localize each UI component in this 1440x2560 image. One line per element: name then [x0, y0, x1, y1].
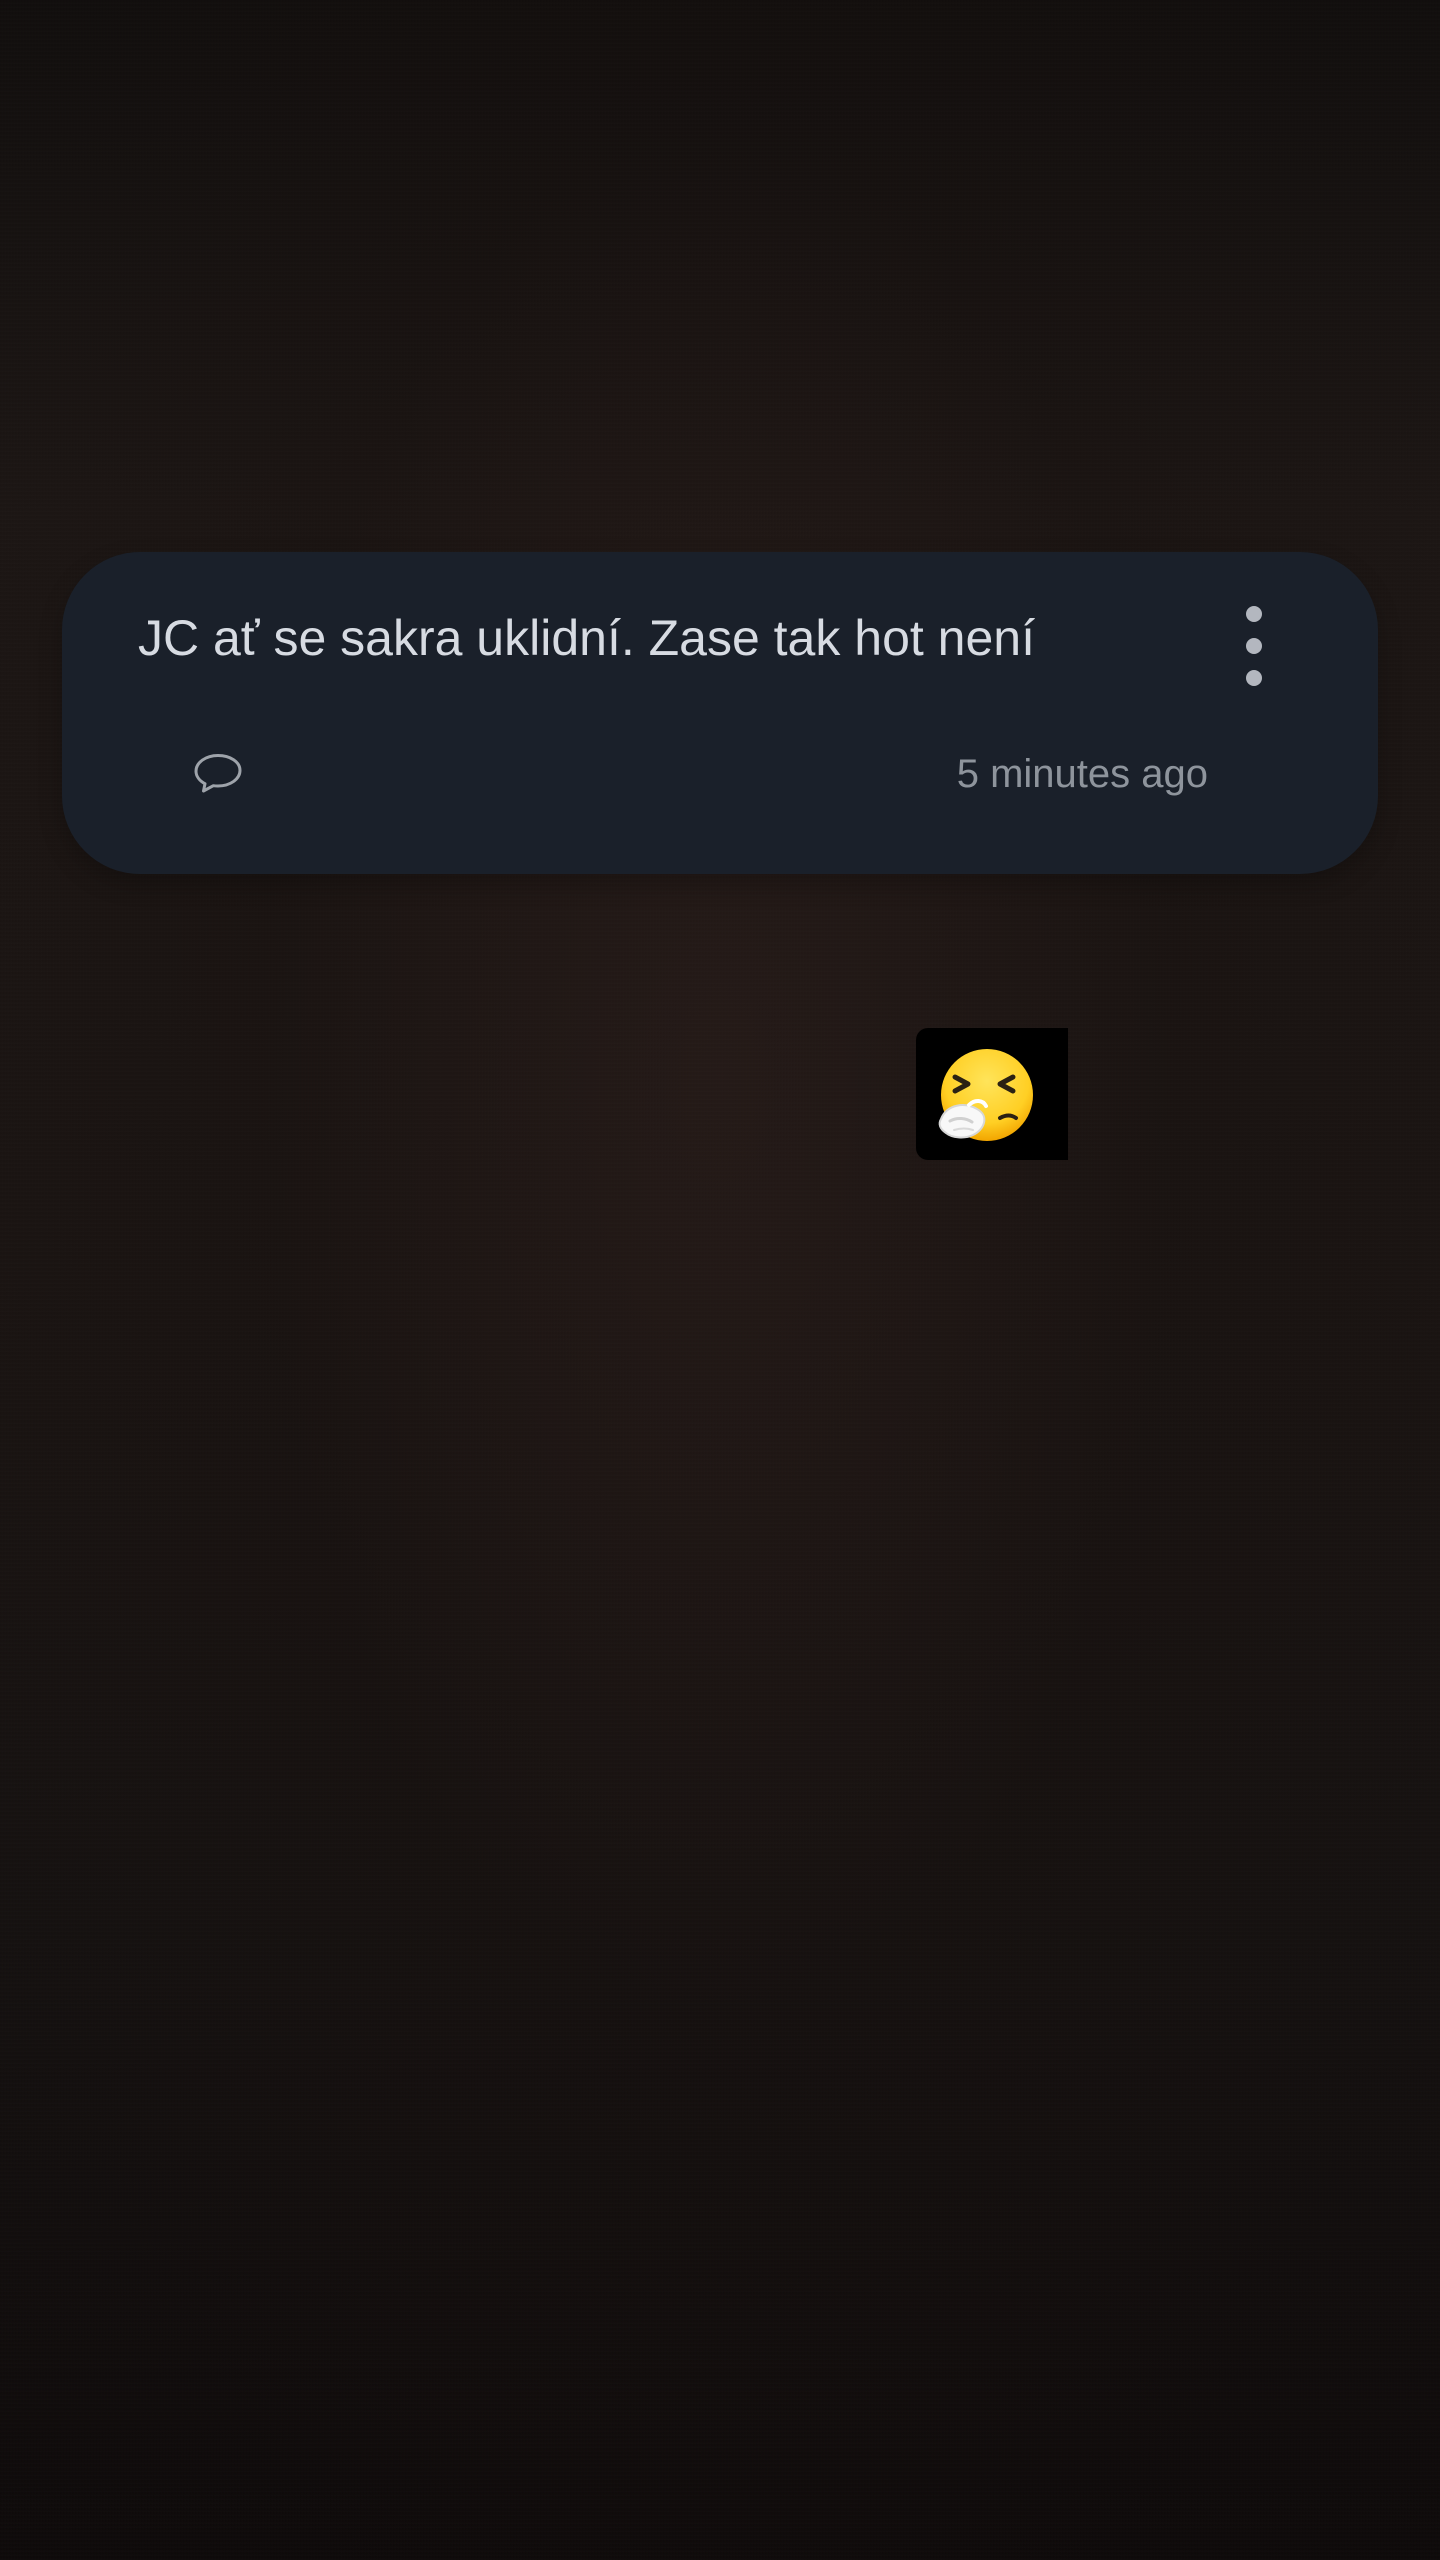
more-options-button[interactable] [1236, 606, 1272, 686]
comment-icon [194, 754, 242, 793]
sticker-tile[interactable] [916, 1028, 1068, 1160]
sneezing-face-emoji-icon [938, 1049, 1033, 1141]
background-grain [0, 0, 1440, 2560]
post-text: JC ať se sakra uklidní. Zase tak hot nen… [138, 610, 1035, 666]
comment-button[interactable] [189, 748, 247, 798]
post-card[interactable]: JC ať se sakra uklidní. Zase tak hot nen… [62, 552, 1378, 874]
more-options-dot-icon [1246, 670, 1262, 686]
more-options-dot-icon [1246, 606, 1262, 622]
more-options-dot-icon [1246, 638, 1262, 654]
post-timestamp: 5 minutes ago [956, 752, 1208, 796]
